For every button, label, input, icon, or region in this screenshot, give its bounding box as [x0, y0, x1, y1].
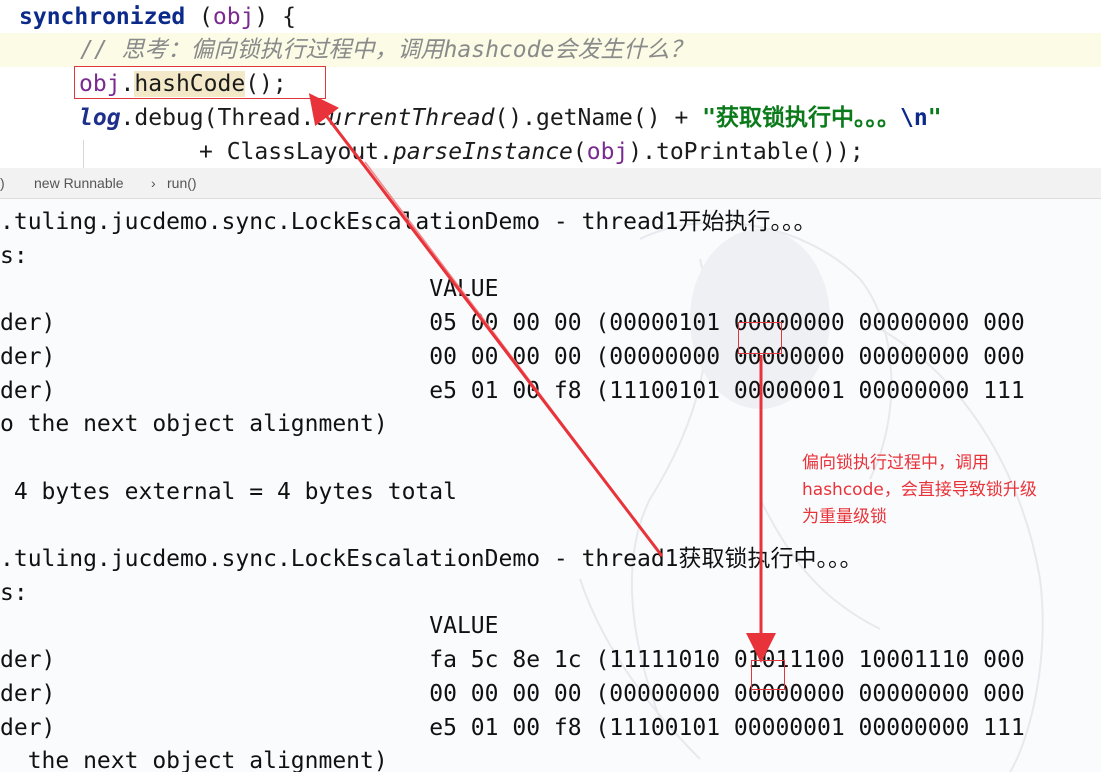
code-token: ) {	[254, 4, 296, 30]
variable-obj: obj	[586, 139, 629, 165]
console-line: der) 00 00 00 00 (00000000 00000000 0000…	[0, 680, 1025, 707]
variable-obj: obj	[212, 4, 255, 30]
highlight-box-bits-10	[751, 660, 785, 690]
highlight-box-hashcode	[74, 66, 326, 99]
keyword-synchronized: synchronized	[19, 4, 186, 30]
console-line: der) fa 5c 8e 1c (11111010 01011100 1000…	[0, 647, 1025, 674]
console-line: VALUE	[0, 613, 499, 640]
annotation-line: hashcode，会直接导致锁升级	[802, 480, 1037, 500]
breadcrumb-item-new-runnable[interactable]: new Runnable	[34, 168, 124, 198]
string-literal-end: "	[927, 105, 942, 131]
method-parseinstance: parseInstance	[392, 139, 573, 165]
code-token: ().getName() +	[494, 105, 703, 131]
breadcrumb-separator: )	[0, 175, 5, 191]
code-token: ).toPrintable());	[628, 139, 864, 165]
code-token: + ClassLayout.	[199, 139, 393, 165]
highlight-box-bits-101	[738, 322, 782, 354]
code-token: (	[572, 139, 587, 165]
code-token: (	[185, 4, 213, 30]
breadcrumb-item-run[interactable]: run()	[167, 168, 197, 198]
console-line: o the next object alignment)	[0, 411, 388, 438]
console-line: the next object alignment)	[0, 748, 388, 772]
console-line: VALUE	[0, 276, 499, 303]
indent-guide	[83, 140, 84, 168]
escape-sequence: \n	[900, 105, 928, 131]
console-line: 4 bytes external = 4 bytes total	[0, 478, 457, 505]
code-line-log-debug[interactable]: log.debug(Thread.currentThread().getName…	[79, 101, 942, 135]
annotation-line: 偏向锁执行过程中，调用	[802, 453, 989, 473]
console-line: s:	[0, 579, 28, 606]
console-line: der) e5 01 00 f8 (11100101 00000001 0000…	[0, 377, 1025, 404]
code-line-comment[interactable]: // 思考：偏向锁执行过程中，调用hashcode会发生什么？	[80, 33, 692, 67]
console-line: der) 00 00 00 00 (00000000 00000000 0000…	[0, 343, 1025, 370]
breadcrumb: ) new Runnable › run()	[0, 168, 1101, 199]
code-line-synchronized[interactable]: synchronized (obj) {	[19, 0, 296, 34]
code-line-classlayout[interactable]: + ClassLayout.parseInstance(obj).toPrint…	[199, 135, 864, 168]
console-line: .tuling.jucdemo.sync.LockEscalationDemo …	[0, 209, 817, 235]
breadcrumb-separator: ›	[151, 175, 156, 191]
console-line: s:	[0, 242, 28, 269]
annotation-line: 为重量级锁	[802, 507, 887, 527]
method-currentthread: currentThread	[314, 105, 495, 131]
console-line: .tuling.jucdemo.sync.LockEscalationDemo …	[0, 546, 863, 572]
console-line: der) e5 01 00 f8 (11100101 00000001 0000…	[0, 714, 1025, 741]
code-token: .debug(Thread.	[120, 105, 315, 131]
string-literal: "获取锁执行中。。。	[702, 105, 901, 131]
field-log: log	[79, 105, 121, 131]
console-line: der) 05 00 00 00 (00000101 00000000 0000…	[0, 310, 1025, 337]
annotation-note: 偏向锁执行过程中，调用 hashcode，会直接导致锁升级 为重量级锁	[802, 450, 1092, 531]
